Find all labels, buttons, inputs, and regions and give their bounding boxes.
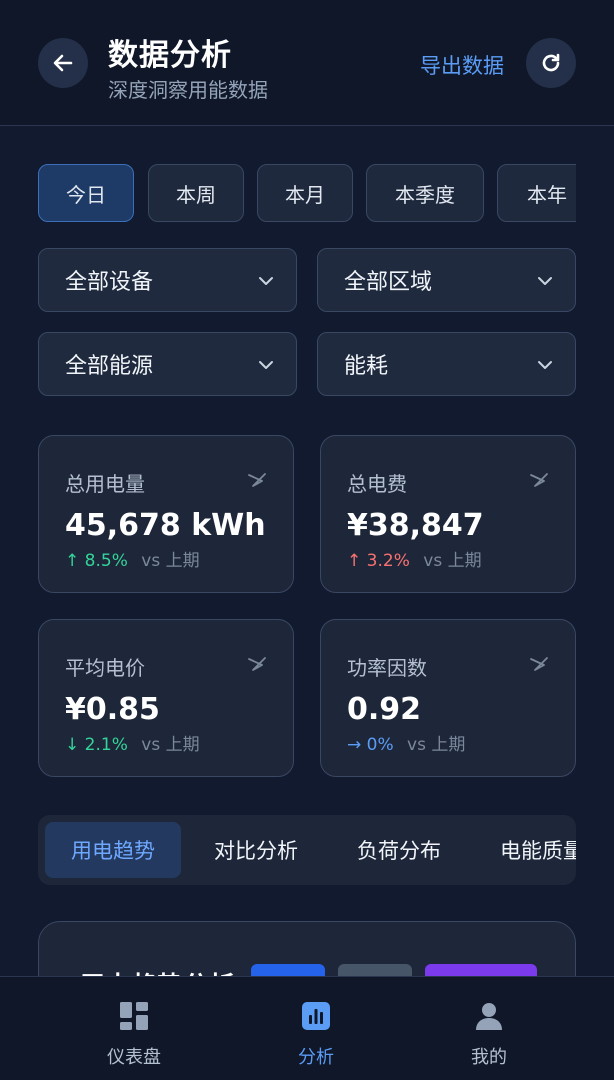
nav-label: 分析 bbox=[298, 1047, 334, 1068]
kpi-vs-label: vs 上期 bbox=[407, 735, 466, 755]
kpi-card-avg-price[interactable]: 平均电价 ¥0.85 ↓ 2.1% vs 上期 bbox=[38, 619, 294, 777]
kpi-vs-label: vs 上期 bbox=[141, 551, 200, 571]
kpi-card-power-factor[interactable]: 功率因数 0.92 → 0% vs 上期 bbox=[320, 619, 576, 777]
nav-profile[interactable]: 我的 bbox=[429, 977, 549, 1080]
area-dropdown-value: 全部区域 bbox=[344, 270, 433, 295]
kpi-delta-value: 0% bbox=[366, 735, 394, 755]
page-subtitle: 深度洞察用能数据 bbox=[108, 78, 268, 102]
refresh-icon bbox=[542, 53, 560, 72]
chip-year[interactable]: 本年 bbox=[497, 164, 576, 222]
kpi-label: 总电费 bbox=[347, 472, 407, 496]
kpi-vs-label: vs 上期 bbox=[141, 735, 200, 755]
kpi-value: 45,678 kWh bbox=[65, 508, 266, 543]
device-dropdown-value: 全部设备 bbox=[65, 270, 154, 295]
chip-today[interactable]: 今日 bbox=[38, 164, 134, 222]
kpi-delta: ↑ 8.5% vs 上期 bbox=[65, 546, 200, 571]
arrow-down-icon: ↓ bbox=[65, 735, 80, 755]
device-dropdown[interactable]: 全部设备 bbox=[38, 248, 297, 312]
nav-label: 仪表盘 bbox=[107, 1047, 161, 1068]
nav-icon-wrap bbox=[119, 999, 149, 1033]
dashboard-icon bbox=[120, 1002, 148, 1030]
tab-load-distribution[interactable]: 负荷分布 bbox=[331, 822, 467, 878]
trend-icon bbox=[248, 473, 266, 487]
bottom-nav: 仪表盘 分析 我的 bbox=[0, 976, 614, 1080]
kpi-label: 平均电价 bbox=[65, 656, 145, 680]
kpi-value: ¥38,847 bbox=[347, 508, 484, 543]
arrow-left-icon bbox=[53, 54, 73, 72]
kpi-card-total-energy[interactable]: 总用电量 45,678 kWh ↑ 8.5% vs 上期 bbox=[38, 435, 294, 593]
chip-quarter[interactable]: 本季度 bbox=[366, 164, 484, 222]
kpi-delta-value: 2.1% bbox=[84, 735, 128, 755]
chevron-down-icon bbox=[538, 361, 552, 369]
metric-dropdown[interactable]: 能耗 bbox=[317, 332, 576, 396]
export-data-button[interactable]: 导出数据 bbox=[420, 50, 504, 80]
kpi-delta-value: 3.2% bbox=[366, 551, 410, 571]
kpi-delta: ↓ 2.1% vs 上期 bbox=[65, 730, 200, 755]
kpi-delta-value: 8.5% bbox=[84, 551, 128, 571]
app-header: 数据分析 深度洞察用能数据 导出数据 bbox=[0, 0, 614, 126]
chip-month[interactable]: 本月 bbox=[257, 164, 353, 222]
tab-comparison[interactable]: 对比分析 bbox=[188, 822, 324, 878]
kpi-delta: → 0% vs 上期 bbox=[347, 730, 465, 755]
chart-icon bbox=[302, 1002, 330, 1030]
kpi-label: 功率因数 bbox=[347, 656, 427, 680]
energy-dropdown[interactable]: 全部能源 bbox=[38, 332, 297, 396]
kpi-label: 总用电量 bbox=[65, 472, 145, 496]
user-icon bbox=[476, 1003, 502, 1030]
kpi-vs-label: vs 上期 bbox=[423, 551, 482, 571]
refresh-button[interactable] bbox=[526, 38, 576, 88]
area-dropdown[interactable]: 全部区域 bbox=[317, 248, 576, 312]
nav-analysis[interactable]: 分析 bbox=[256, 977, 376, 1080]
kpi-delta: ↑ 3.2% vs 上期 bbox=[347, 546, 482, 571]
energy-dropdown-value: 全部能源 bbox=[65, 354, 154, 379]
chevron-down-icon bbox=[259, 277, 273, 285]
nav-icon-wrap bbox=[301, 999, 331, 1033]
nav-label: 我的 bbox=[471, 1047, 507, 1068]
analysis-tabs: 用电趋势 对比分析 负荷分布 电能质量 bbox=[38, 815, 576, 885]
arrow-right-icon: → bbox=[347, 735, 362, 755]
trend-icon bbox=[530, 473, 548, 487]
chevron-down-icon bbox=[259, 361, 273, 369]
kpi-value: 0.92 bbox=[347, 692, 422, 727]
arrow-up-icon: ↑ bbox=[347, 551, 362, 571]
tab-usage-trend[interactable]: 用电趋势 bbox=[45, 822, 181, 878]
tab-power-quality[interactable]: 电能质量 bbox=[474, 822, 576, 878]
back-button[interactable] bbox=[38, 38, 88, 88]
arrow-up-icon: ↑ bbox=[65, 551, 80, 571]
nav-dashboard[interactable]: 仪表盘 bbox=[74, 977, 194, 1080]
period-selector: 今日 本周 本月 本季度 本年 bbox=[38, 164, 576, 224]
chip-week[interactable]: 本周 bbox=[148, 164, 244, 222]
kpi-card-total-cost[interactable]: 总电费 ¥38,847 ↑ 3.2% vs 上期 bbox=[320, 435, 576, 593]
page-title: 数据分析 bbox=[108, 38, 232, 73]
trend-icon bbox=[248, 657, 266, 671]
nav-icon-wrap bbox=[474, 999, 504, 1033]
chevron-down-icon bbox=[538, 277, 552, 285]
kpi-value: ¥0.85 bbox=[65, 692, 160, 727]
metric-dropdown-value: 能耗 bbox=[344, 354, 389, 379]
trend-icon bbox=[530, 657, 548, 671]
